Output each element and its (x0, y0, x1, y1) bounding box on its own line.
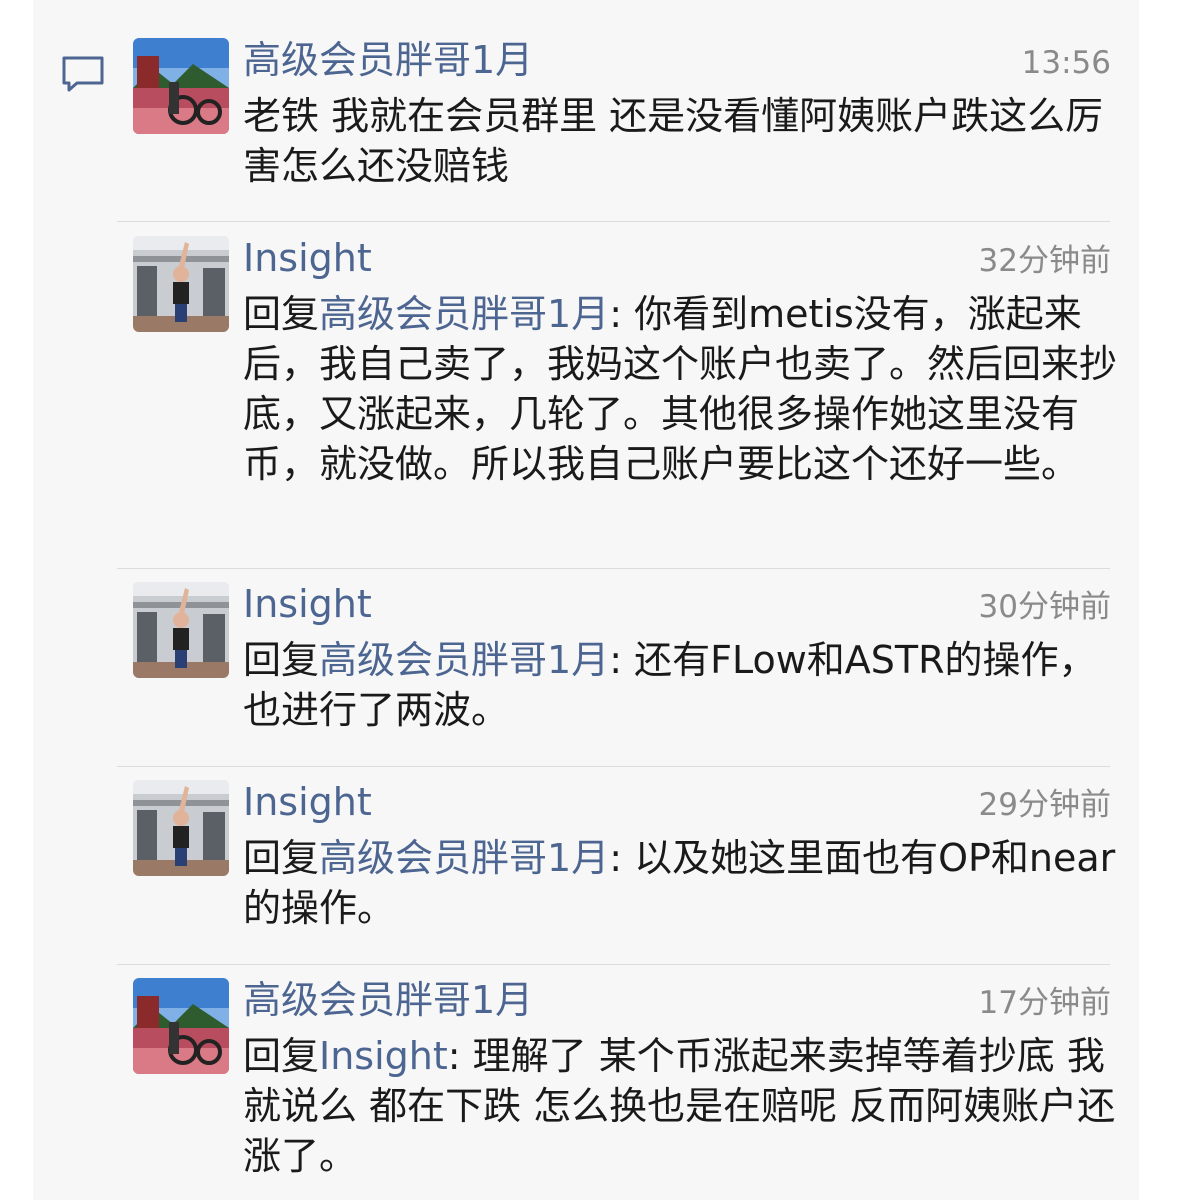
reply-prefix: 回复 (243, 1034, 320, 1078)
author-name[interactable]: Insight (243, 236, 372, 280)
reply-separator: : (447, 1034, 473, 1078)
timestamp: 13:56 (1021, 45, 1111, 81)
comment-text-content: 老铁 我就在会员群里 还是没看懂阿姨账户跌这么厉害怎么还没赔钱 (243, 94, 1104, 188)
comment-icon[interactable] (60, 55, 106, 95)
reply-target-link[interactable]: 高级会员胖哥1月 (319, 638, 609, 682)
divider (117, 964, 1110, 965)
reply-separator: : (609, 638, 635, 682)
author-name[interactable]: 高级会员胖哥1月 (243, 978, 533, 1022)
timestamp: 17分钟前 (978, 985, 1111, 1021)
divider (117, 568, 1110, 569)
comment-text: 老铁 我就在会员群里 还是没看懂阿姨账户跌这么厉害怎么还没赔钱 (243, 91, 1121, 191)
timestamp: 32分钟前 (978, 243, 1111, 279)
avatar[interactable] (133, 38, 229, 134)
timestamp: 30分钟前 (978, 589, 1111, 625)
author-name[interactable]: Insight (243, 582, 372, 626)
reply-prefix: 回复 (243, 836, 320, 880)
author-name[interactable]: 高级会员胖哥1月 (243, 38, 533, 82)
avatar[interactable] (133, 978, 229, 1074)
avatar[interactable] (133, 780, 229, 876)
comment-text: 回复高级会员胖哥1月: 还有FLow和ASTR的操作，也进行了两波。 (243, 635, 1121, 735)
reply-prefix: 回复 (243, 638, 320, 682)
avatar[interactable] (133, 582, 229, 678)
reply-target-link[interactable]: 高级会员胖哥1月 (319, 836, 609, 880)
comment-text: 回复高级会员胖哥1月: 你看到metis没有，涨起来后，我自己卖了，我妈这个账户… (243, 289, 1121, 489)
avatar[interactable] (133, 236, 229, 332)
reply-prefix: 回复 (243, 292, 320, 336)
reply-separator: : (609, 836, 635, 880)
reply-target-link[interactable]: 高级会员胖哥1月 (319, 292, 609, 336)
comment-text: 回复Insight: 理解了 某个币涨起来卖掉等着抄底 我就说么 都在下跌 怎么… (243, 1031, 1121, 1181)
reply-separator: : (609, 292, 635, 336)
comment-text: 回复高级会员胖哥1月: 以及她这里面也有OP和near的操作。 (243, 833, 1121, 933)
reply-target-link[interactable]: Insight (319, 1034, 448, 1078)
divider (117, 221, 1110, 222)
author-name[interactable]: Insight (243, 780, 372, 824)
timestamp: 29分钟前 (978, 787, 1111, 823)
divider (117, 766, 1110, 767)
